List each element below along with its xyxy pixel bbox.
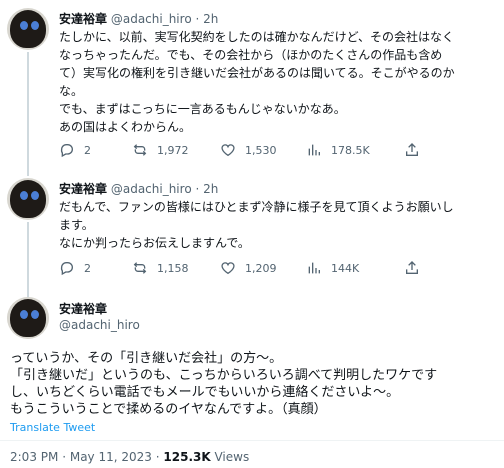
retweet-count: 1,158: [157, 261, 189, 275]
separator-dot: ·: [62, 450, 67, 464]
avatar[interactable]: [7, 297, 49, 339]
retweet-button[interactable]: 1,158: [132, 259, 189, 277]
main-tweet-text: っていうか、その「引き継いだ会社」の方〜。 「引き継いだ」というのも、こっちから…: [10, 351, 438, 417]
like-button[interactable]: 1,209: [220, 259, 277, 277]
views-icon: [308, 144, 320, 156]
translate-tweet-link[interactable]: Translate Tweet: [10, 421, 95, 434]
display-name[interactable]: 安達裕章: [59, 12, 107, 26]
like-count: 1,209: [245, 261, 277, 275]
retweet-button[interactable]: 1,972: [132, 141, 189, 159]
tweet-2[interactable]: 安達裕章 @adachi_hiro · 2h だもんで、ファンの皆様にはひとまず…: [0, 170, 504, 298]
like-icon: [221, 262, 235, 275]
reply-button[interactable]: 2: [59, 141, 91, 159]
views-count: 178.5K: [331, 143, 370, 157]
tweet-text: だもんで、ファンの皆様にはひとまず冷静に様子を見て頂くようお願いし ます。 なに…: [59, 200, 454, 250]
tweet-text: たしかに、以前、実写化契約をしたのは確かなんだけど、その会社はなく なっちゃった…: [59, 30, 455, 134]
reply-count: 2: [84, 143, 91, 157]
user-handle[interactable]: @adachi_hiro: [111, 12, 192, 26]
like-icon: [221, 144, 235, 157]
avatar[interactable]: [7, 8, 49, 50]
display-name[interactable]: 安達裕章: [59, 300, 107, 317]
tweet-1[interactable]: 安達裕章 @adachi_hiro · 2h たしかに、以前、実写化契約をしたの…: [0, 0, 504, 176]
separator-dot: ·: [195, 182, 200, 196]
tweet-actions: 2 1,972 1,530 178.5K: [59, 141, 499, 159]
retweet-count: 1,972: [157, 143, 189, 157]
views-count: 144K: [331, 261, 360, 275]
share-icon: [406, 261, 418, 274]
retweet-icon: [133, 144, 147, 156]
views-button[interactable]: 178.5K: [306, 141, 370, 159]
reply-button[interactable]: 2: [59, 259, 91, 277]
tweet-meta: 2:03 PM · May 11, 2023 · 125.3K Views: [10, 450, 249, 464]
user-handle[interactable]: @adachi_hiro: [59, 318, 140, 332]
reply-icon: [60, 144, 73, 158]
like-button[interactable]: 1,530: [220, 141, 277, 159]
views-button[interactable]: 144K: [306, 259, 359, 277]
tweet-header: 安達裕章 @adachi_hiro · 2h: [59, 10, 218, 27]
reply-icon: [60, 262, 73, 276]
thread-line: [27, 222, 29, 298]
share-button[interactable]: [404, 141, 420, 159]
reply-count: 2: [84, 261, 91, 275]
views-count: 125.3K: [163, 450, 211, 464]
display-name[interactable]: 安達裕章: [59, 182, 107, 196]
tweet-header: 安達裕章 @adachi_hiro · 2h: [59, 180, 218, 197]
like-count: 1,530: [245, 143, 277, 157]
timestamp[interactable]: 2h: [203, 12, 218, 26]
separator-dot: ·: [195, 12, 200, 26]
retweet-icon: [133, 262, 147, 274]
divider: [0, 440, 504, 441]
post-time[interactable]: 2:03 PM: [10, 450, 58, 464]
separator-dot: ·: [155, 450, 160, 464]
avatar[interactable]: [7, 178, 49, 220]
timestamp[interactable]: 2h: [203, 182, 218, 196]
share-button[interactable]: [404, 259, 420, 277]
views-icon: [308, 262, 320, 274]
user-handle[interactable]: @adachi_hiro: [111, 182, 192, 196]
post-date[interactable]: May 11, 2023: [70, 450, 152, 464]
tweet-actions: 2 1,158 1,209 144K: [59, 259, 499, 277]
share-icon: [406, 143, 418, 156]
thread-line: [27, 52, 29, 176]
views-label: Views: [214, 450, 250, 464]
